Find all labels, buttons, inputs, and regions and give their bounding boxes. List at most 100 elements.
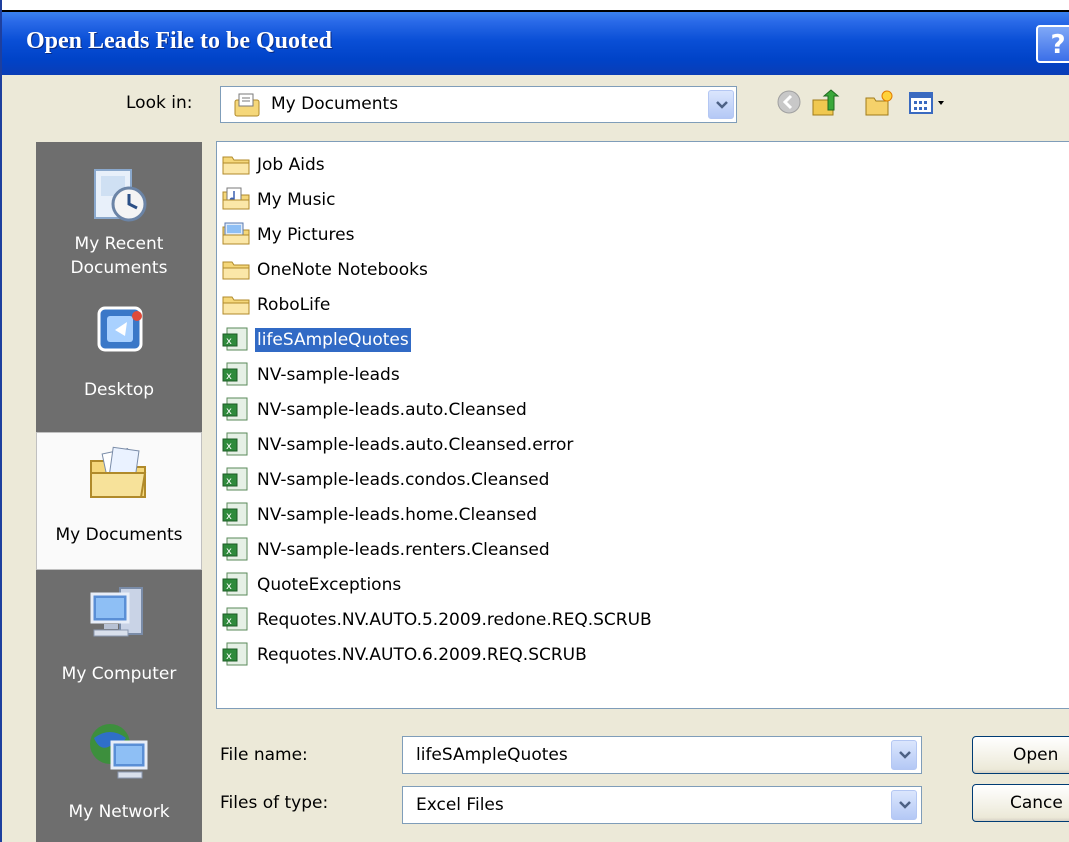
svg-text:x: x (226, 336, 232, 347)
list-item[interactable]: My Music (221, 185, 338, 215)
file-name: NV-sample-leads.auto.Cleansed (257, 400, 527, 420)
folder-icon (221, 256, 255, 284)
file-name: lifeSAmpleQuotes (255, 328, 411, 352)
svg-text:x: x (226, 406, 232, 417)
look-in-dropdown-button[interactable] (708, 90, 734, 119)
new-folder-icon[interactable] (864, 88, 894, 122)
place-label-recent-2: Documents (70, 258, 168, 278)
place-desktop[interactable]: Desktop (36, 302, 202, 402)
list-item[interactable]: x QuoteExceptions (221, 570, 403, 600)
place-my-recent-documents[interactable]: My Recent Documents (36, 156, 202, 296)
place-label-my-documents: My Documents (55, 525, 183, 545)
excel-file-icon: x (221, 466, 255, 494)
file-name: NV-sample-leads.auto.Cleansed.error (257, 435, 574, 455)
list-item[interactable]: x Requotes.NV.AUTO.5.2009.redone.REQ.SCR… (221, 605, 654, 635)
file-name: My Music (257, 190, 336, 210)
svg-text:x: x (226, 546, 232, 557)
chevron-down-icon (899, 801, 911, 809)
my-computer-icon (90, 587, 143, 637)
svg-text:x: x (226, 651, 232, 662)
list-item[interactable]: RoboLife (221, 290, 332, 320)
pictures-folder-icon (221, 221, 255, 249)
file-name: OneNote Notebooks (257, 260, 428, 280)
dialog-title: Open Leads File to be Quoted (26, 28, 333, 54)
list-item[interactable]: x Requotes.NV.AUTO.6.2009.REQ.SCRUB (221, 640, 589, 670)
desktop-icon (97, 306, 143, 352)
file-name: Job Aids (257, 155, 325, 175)
file-name: Requotes.NV.AUTO.6.2009.REQ.SCRUB (257, 645, 587, 665)
svg-text:x: x (226, 616, 232, 627)
places-bar: My Recent Documents Desktop My Documents (36, 142, 202, 842)
file-name: NV-sample-leads (257, 365, 400, 385)
file-name: QuoteExceptions (257, 575, 402, 595)
list-item[interactable]: x NV-sample-leads (221, 360, 402, 390)
chevron-down-icon (716, 101, 728, 109)
svg-text:x: x (226, 371, 232, 382)
file-name-label: File name: (220, 745, 308, 765)
excel-file-icon: x (221, 536, 255, 564)
file-name: NV-sample-leads.condos.Cleansed (257, 470, 550, 490)
open-button[interactable]: Open (972, 736, 1069, 774)
list-item[interactable]: x NV-sample-leads.renters.Cleansed (221, 535, 552, 565)
place-my-computer[interactable]: My Computer (36, 580, 202, 700)
svg-text:x: x (226, 511, 232, 522)
file-name: NV-sample-leads.renters.Cleansed (257, 540, 550, 560)
excel-file-icon: x (221, 431, 255, 459)
excel-file-icon: x (221, 501, 255, 529)
look-in-dropdown[interactable]: My Documents (220, 86, 737, 123)
up-folder-icon[interactable] (810, 88, 840, 122)
excel-file-icon: x (221, 571, 255, 599)
my-documents-icon (90, 446, 147, 498)
excel-file-icon: x (221, 641, 255, 669)
outer-top-edge (2, 0, 1069, 12)
list-item[interactable]: x NV-sample-leads.home.Cleansed (221, 500, 539, 530)
place-my-documents[interactable]: My Documents (36, 432, 202, 570)
svg-text:x: x (226, 441, 232, 452)
list-item[interactable]: x NV-sample-leads.auto.Cleansed (221, 395, 529, 425)
file-list[interactable]: Job Aids My Music My Pictures OneNote No… (216, 141, 1069, 709)
list-item[interactable]: My Pictures (221, 220, 356, 250)
folder-icon (221, 291, 255, 319)
file-type-select[interactable]: Excel Files (402, 786, 922, 824)
file-type-dropdown-button[interactable] (891, 790, 917, 820)
place-label-recent-1: My Recent (74, 234, 164, 254)
my-network-icon (90, 724, 148, 779)
file-type-label: Files of type: (220, 793, 329, 813)
help-button[interactable]: ? (1036, 25, 1069, 63)
views-menu-icon[interactable] (908, 88, 954, 122)
file-name-field[interactable]: lifeSAmpleQuotes (402, 736, 922, 774)
list-item[interactable]: x NV-sample-leads.auto.Cleansed.error (221, 430, 575, 460)
svg-text:x: x (226, 581, 232, 592)
place-label-desktop: Desktop (83, 380, 155, 400)
look-in-value: My Documents (271, 94, 399, 114)
open-file-dialog: Open Leads File to be Quoted ? Look in: … (0, 0, 1069, 842)
file-name: RoboLife (257, 295, 331, 315)
place-my-network[interactable]: My Network (36, 720, 202, 830)
look-in-label: Look in: (126, 93, 193, 113)
cancel-button[interactable]: Cance (972, 784, 1069, 822)
list-item[interactable]: OneNote Notebooks (221, 255, 430, 285)
excel-file-icon: x (221, 396, 255, 424)
file-name: Requotes.NV.AUTO.5.2009.redone.REQ.SCRUB (257, 610, 652, 630)
chevron-down-icon (899, 751, 911, 759)
list-item[interactable]: Job Aids (221, 150, 327, 180)
excel-file-icon: x (221, 326, 255, 354)
file-name: My Pictures (257, 225, 355, 245)
recent-documents-icon (94, 169, 147, 222)
file-name-value: lifeSAmpleQuotes (416, 745, 568, 765)
excel-file-icon: x (221, 606, 255, 634)
file-name-dropdown-button[interactable] (891, 740, 917, 770)
back-icon[interactable] (775, 88, 803, 120)
svg-text:x: x (226, 476, 232, 487)
folder-icon (221, 151, 255, 179)
list-item-selected[interactable]: x lifeSAmpleQuotes (221, 325, 411, 355)
my-documents-small-icon (233, 92, 261, 122)
file-type-value: Excel Files (416, 795, 504, 815)
place-label-my-computer: My Computer (61, 664, 177, 684)
list-item[interactable]: x NV-sample-leads.condos.Cleansed (221, 465, 551, 495)
excel-file-icon: x (221, 361, 255, 389)
title-bar[interactable]: Open Leads File to be Quoted ? (2, 12, 1069, 75)
file-name: NV-sample-leads.home.Cleansed (257, 505, 538, 525)
place-label-my-network: My Network (68, 802, 170, 822)
music-folder-icon (221, 186, 255, 214)
